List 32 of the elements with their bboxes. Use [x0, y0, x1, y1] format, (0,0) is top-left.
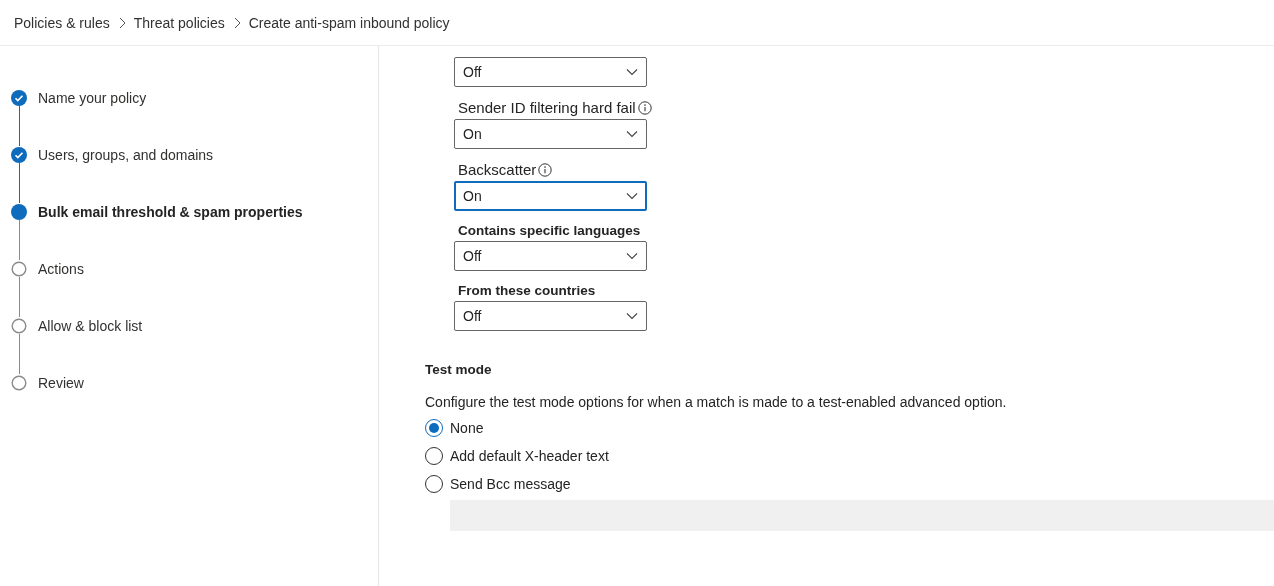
step-label[interactable]: Review [38, 374, 84, 391]
description-text: Configure the test mode options for when a match is made to a test-enabled advanced option. [425, 394, 1008, 410]
dropdown[interactable]: Off [454, 241, 647, 271]
dropdown[interactable]: On [454, 119, 647, 149]
info-icon [637, 100, 652, 115]
radio-option[interactable]: Add default X-header text [425, 446, 609, 466]
chevron-right-icon [117, 16, 126, 29]
chevron-down-icon [626, 68, 638, 76]
step-label[interactable]: Allow & block list [38, 317, 143, 334]
chevron-down-icon [626, 130, 638, 138]
section-title: Test mode [425, 362, 493, 377]
breadcrumb-link[interactable]: Threat policies [133, 14, 225, 31]
breadcrumb-link[interactable]: Create anti-spam inbound policy [248, 14, 450, 31]
breadcrumb-link[interactable]: Policies & rules [14, 14, 110, 31]
dropdown[interactable]: On [454, 181, 647, 211]
step-label[interactable]: Users, groups, and domains [38, 146, 214, 163]
chevron-down-icon [626, 252, 638, 260]
chevron-right-icon [232, 16, 241, 29]
dropdown[interactable]: Off [454, 301, 647, 331]
field-label: Sender ID filtering hard fail [458, 99, 636, 116]
chevron-down-icon [626, 312, 638, 320]
step-label[interactable]: Bulk email threshold & spam properties [38, 203, 303, 220]
step-label[interactable]: Actions [38, 260, 84, 277]
radio-option[interactable]: None [425, 418, 484, 438]
field-label: From these countries [458, 283, 596, 298]
radio-option[interactable]: Send Bcc message [425, 474, 571, 494]
chevron-down-icon [626, 192, 638, 200]
info-icon [538, 162, 553, 177]
field-label: Contains specific languages [458, 223, 641, 238]
step-label[interactable]: Name your policy [38, 89, 147, 106]
dropdown[interactable]: Off [454, 57, 647, 87]
field-label: Backscatter [458, 161, 537, 178]
